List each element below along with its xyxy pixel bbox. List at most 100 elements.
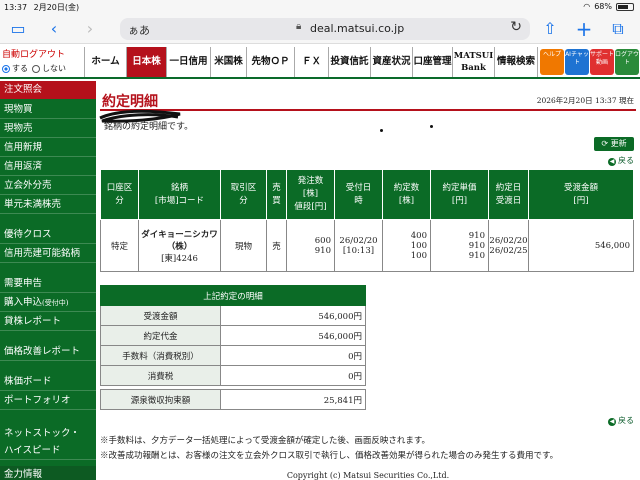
logout-icon[interactable]: ログアウト [615,49,639,75]
exec-price: 910 [468,230,485,241]
radio-unselected-icon [32,64,40,73]
table-row: 手数料（消費税別） 0円 [100,345,366,366]
status-time: 13:37 [4,3,28,12]
battery-percent: 68% [594,2,612,11]
sidebar-item-stock-lending-report[interactable]: 貸株レポート [0,313,96,331]
radio-selected-icon [2,64,10,73]
sidebar-item-cash-sell[interactable]: 現物売 [0,120,96,138]
sidebar-item-purchase-application[interactable]: 購入申込(受付中) [0,294,96,312]
update-button[interactable]: ⟳ 更新 [594,137,634,151]
detail-value: 0円 [220,365,366,386]
help-label: ヘルプ [542,51,561,58]
back-arrow-icon: ◀ [608,418,616,426]
col-settle-amount: 受渡金額 [円] [528,169,634,220]
tab-fx[interactable]: ＦＸ [294,47,328,77]
sidebar-item-portfolio[interactable]: ポートフォリオ [0,392,96,410]
tab-futures-options[interactable]: 先物ＯＰ [246,47,294,77]
col-account: 口座区分 [100,169,139,220]
issue-market-code: [東]4246 [161,253,198,264]
tabs-overview-icon[interactable]: ⧉ [608,19,628,39]
col-dates: 約定日 受渡日 [488,169,529,220]
auto-logout-setting: 自動ログアウト する しない [2,47,84,77]
sidebar-item-cash-buy[interactable]: 現物買 [0,101,96,119]
forward-arrow-icon[interactable]: › [80,19,100,39]
sidebar-item-margin-close[interactable]: 信用返済 [0,158,96,176]
support-video-icon[interactable]: サポート動画 [590,49,614,75]
auto-logout-off[interactable]: しない [32,63,66,74]
help-icon[interactable]: ヘルプ [540,49,564,75]
tab-japan-stocks[interactable]: 日本株 [126,47,166,77]
back-link-label: 戻る [618,416,634,425]
sidebar-item-odd-lot-sell[interactable]: 単元未満株売 [0,196,96,214]
back-link-bottom[interactable]: ◀ 戻る [608,415,634,426]
table-row: 特定 ダイキョーニシカワ （株） [東]4246 現物 売 600 910 26… [100,219,634,272]
received-date: 26/02/20 [339,235,378,246]
cell-exec-price: 910 910 910 [430,219,489,272]
details-header: 上記約定の明細 [100,285,366,306]
back-link-label: 戻る [618,156,634,165]
back-arrow-icon: ◀ [608,158,616,166]
logout-label: ログアウト [615,51,640,66]
sidebar-item-off-floor-sale[interactable]: 立会外分売 [0,177,96,195]
table-row: 消費税 0円 [100,365,366,386]
col-trade-type: 取引区分 [220,169,267,220]
details-table: 上記約定の明細 受渡金額 546,000円 約定代金 546,000円 手数料（… [100,285,366,410]
cell-issue[interactable]: ダイキョーニシカワ （株） [東]4246 [138,219,221,272]
table-row: 受渡金額 546,000円 [100,305,366,326]
sidebar-item-order-inquiry[interactable]: 注文照会 [0,81,96,99]
reload-icon[interactable]: ↻ [510,19,522,35]
speck [430,125,433,128]
cell-account: 特定 [100,219,139,272]
tab-account-management[interactable]: 口座管理 [412,47,452,77]
sidebar-item-margin-new[interactable]: 信用新規 [0,139,96,157]
exec-price: 910 [468,240,485,251]
sidebar-item-stock-board[interactable]: 株価ボード [0,373,96,391]
text-size-button[interactable]: ぁあ [128,22,150,38]
tab-home[interactable]: ホーム [84,47,126,77]
redaction-scribble [99,109,181,123]
order-price: 910 [314,245,331,256]
sidebar-item-market-info[interactable]: 金力情報 [0,466,96,480]
table-header-row: 口座区分 銘柄 [市場]コード 取引区分 売買 発注数 [株] 値段[円] 受付日時 … [100,169,634,220]
ai-chat-icon[interactable]: AIチャット [565,49,589,75]
issue-name[interactable]: ダイキョーニシカワ [141,230,218,240]
tab-investment-trusts[interactable]: 投資信託 [328,47,370,77]
new-tab-icon[interactable]: + [574,19,594,39]
status-bar: 13:37 2月20日(金) ◠ 68% [0,0,640,14]
sidebar-item-benefit-cross[interactable]: 優待クロス [0,226,96,244]
cell-dates: 26/02/20 26/02/25 [488,219,529,272]
order-qty: 600 [314,235,331,246]
auto-logout-on[interactable]: する [2,63,28,74]
table-row: 源泉徴収拘束額 25,841円 [100,389,366,410]
tab-one-day-margin[interactable]: 一日信用 [166,47,210,77]
withholding-value: 25,841円 [220,389,366,410]
sidebar-item-highspeed[interactable]: ハイスピード [0,442,96,460]
url-text: deal.matsui.co.jp [310,22,405,35]
detail-value: 546,000円 [220,325,366,346]
sidebar-item-price-improvement-report[interactable]: 価格改善レポート [0,343,96,361]
purchase-application-status: (受付中) [42,299,69,307]
detail-value: 546,000円 [220,305,366,326]
tab-us-stocks[interactable]: 米国株 [210,47,246,77]
sidebar-item-netstock[interactable]: ネットストック・ [0,425,96,443]
execution-table: 口座区分 銘柄 [市場]コード 取引区分 売買 発注数 [株] 値段[円] 受付日時 … [100,169,634,272]
col-order-qty: 発注数 [株] 値段[円] [286,169,335,220]
support-video-label: サポート動画 [590,51,615,66]
share-icon[interactable]: ⇧ [540,19,560,39]
cell-trade-type: 現物 [220,219,267,272]
ai-chat-label: AIチャット [565,51,589,66]
tab-matsui-bank[interactable]: MATSUI Bank [452,47,494,77]
tab-asset-status[interactable]: 資産状況 [370,47,412,77]
sidebar-toggle-icon[interactable]: ▭ [8,19,28,39]
sidebar-item-demand-declaration[interactable]: 需要申告 [0,275,96,293]
col-side: 売買 [266,169,287,220]
sidebar: 注文照会 現物買 現物売 信用新規 信用返済 立会外分売 単元未満株売 優待クロ… [0,81,96,480]
back-arrow-icon[interactable]: ‹ [44,19,64,39]
back-link-top[interactable]: ◀ 戻る [608,155,634,166]
address-bar[interactable]: ぁあ 🔒︎ deal.matsui.co.jp ↻ [120,18,530,40]
sidebar-item-short-available[interactable]: 信用売建可能銘柄 [0,245,96,263]
tab-info-search[interactable]: 情報検索 [494,47,538,77]
exec-date: 26/02/20 [489,235,528,246]
cell-order-qty: 600 910 [286,219,335,272]
cell-settle-amount: 546,000 [528,219,634,272]
